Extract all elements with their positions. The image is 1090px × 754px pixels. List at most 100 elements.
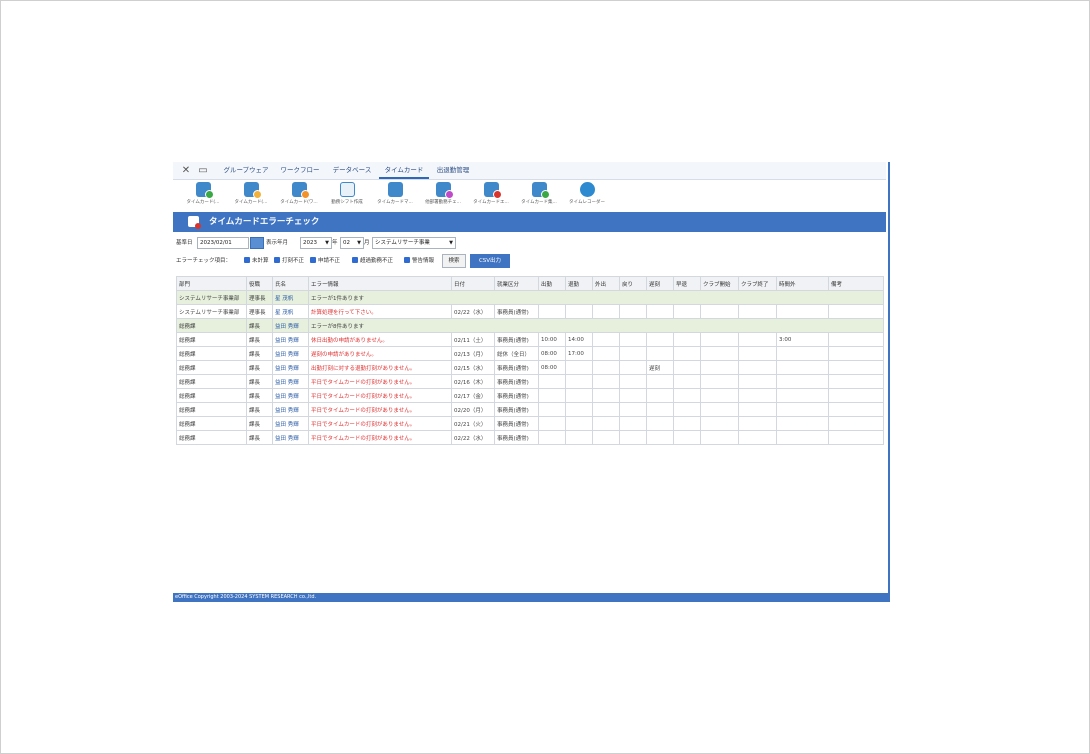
cell-back [619, 416, 647, 431]
col-early[interactable]: 早退 [673, 276, 701, 291]
cell-note [828, 346, 884, 361]
cell-late [646, 388, 674, 403]
col-work-type[interactable]: 就業区分 [494, 276, 539, 291]
cell-name[interactable]: 益田 秀輝 [272, 388, 309, 403]
cell-exit [592, 346, 620, 361]
window-icon[interactable]: ▭ [196, 162, 210, 179]
table-row[interactable]: 総務課 課長 益田 秀輝 平日でタイムカードの打刻がありません。 02/21（火） 事務員… [176, 416, 884, 431]
table-row[interactable]: 総務課 課長 益田 秀輝 休日出勤の申請がありません。 02/11（土） 事務員(通常) 1… [176, 332, 884, 347]
close-icon[interactable]: ✕ [179, 162, 193, 179]
cell-in [538, 388, 566, 403]
base-date-input[interactable]: 2023/02/01 [197, 237, 249, 249]
search-button[interactable]: 検索 [442, 254, 466, 268]
cell-name[interactable]: 益田 秀輝 [272, 416, 309, 431]
check-warning-info[interactable]: 警告情報 [404, 254, 434, 268]
col-note[interactable]: 備考 [828, 276, 884, 291]
tool-time-recorder[interactable]: タイムレコーダー [563, 182, 611, 205]
tool-timecard-error[interactable]: タイムカードエ... [467, 182, 515, 205]
tool-other-dept-check[interactable]: 他部署勤務チェ... [419, 182, 467, 205]
cell-exit [592, 388, 620, 403]
tab-database[interactable]: データベース [327, 162, 377, 179]
col-date[interactable]: 日付 [451, 276, 495, 291]
cell-name[interactable]: 益田 秀輝 [272, 430, 309, 445]
tool-label: タイムカードエ... [473, 200, 509, 205]
table-row[interactable]: システムリサーチ事業部 理事長星 茂帆 計算処理を行って下さい。 02/22（水） 事務… [176, 304, 884, 319]
cell-name[interactable]: 益田 秀輝 [272, 332, 309, 347]
col-out[interactable]: 退勤 [565, 276, 593, 291]
cell-late [646, 332, 674, 347]
cell-name[interactable]: 益田 秀輝 [272, 360, 309, 375]
cell-club-start [700, 304, 739, 319]
col-dept[interactable]: 部門 [176, 276, 247, 291]
cell-role: 課長 [246, 318, 273, 333]
csv-export-button[interactable]: CSV出力 [470, 254, 510, 268]
cell-early [673, 332, 701, 347]
cell-early [673, 360, 701, 375]
group-row[interactable]: 総務課 課長 益田 秀輝 エラーが8件あります [176, 318, 884, 333]
col-club-start[interactable]: クラブ開始 [700, 276, 739, 291]
tool-timecard-3[interactable]: タイムカード(ワ... [275, 182, 323, 205]
col-overtime[interactable]: 時間外 [776, 276, 829, 291]
cell-name[interactable]: 益田 秀輝 [272, 374, 309, 389]
cell-out: 14:00 [565, 332, 593, 347]
cell-name[interactable]: 星 茂帆 [272, 290, 309, 305]
tab-timecard[interactable]: タイムカード [379, 162, 429, 179]
col-club-end[interactable]: クラブ終了 [738, 276, 777, 291]
checkbox-icon [274, 256, 280, 263]
table-row[interactable]: 総務課 課長 益田 秀輝 平日でタイムカードの打刻がありません。 02/16（木） 事務員… [176, 374, 884, 389]
tool-shift[interactable]: 勤務シフト作成 [323, 182, 371, 205]
col-late[interactable]: 遅刻 [646, 276, 674, 291]
year-select[interactable]: 2023 ▼ [300, 237, 332, 249]
cell-name[interactable]: 星 茂帆 [272, 304, 309, 319]
cell-error: エラーが1件あります [308, 290, 884, 305]
tab-attendance[interactable]: 出退勤管理 [431, 162, 475, 179]
check-uncalculated[interactable]: 未計算 [244, 254, 269, 268]
cell-note [828, 402, 884, 417]
department-select[interactable]: システムリサーチ事業 ▼ [372, 237, 456, 249]
cell-date: 02/22（水） [451, 430, 495, 445]
cell-club-start [700, 402, 739, 417]
col-name[interactable]: 氏名 [272, 276, 309, 291]
cell-in: 08:00 [538, 360, 566, 375]
calendar-icon[interactable] [250, 237, 264, 249]
table-row[interactable]: 総務課 課長 益田 秀輝 平日でタイムカードの打刻がありません。 02/17（金） 事務員… [176, 388, 884, 403]
check-overtime-invalid[interactable]: 超過勤務不正 [352, 254, 393, 268]
col-exit[interactable]: 外出 [592, 276, 620, 291]
month-select[interactable]: 02 ▼ [340, 237, 364, 249]
tool-timecard-1[interactable]: タイムカード(... [179, 182, 227, 205]
table-row[interactable]: 総務課 課長 益田 秀輝 出勤打刻に対する退勤打刻がありません。 02/15（水） 事務員… [176, 360, 884, 375]
col-back[interactable]: 戻り [619, 276, 647, 291]
calendar-icon [339, 182, 355, 197]
check-request-invalid[interactable]: 申請不正 [310, 254, 340, 268]
check-stamp-invalid[interactable]: 打刻不正 [274, 254, 304, 268]
tab-workflow[interactable]: ワークフロー [275, 162, 325, 179]
table-row[interactable]: 総務課 課長 益田 秀輝 遅刻の申請がありません。 02/13（月） 総休（全日） 08:0… [176, 346, 884, 361]
cell-name[interactable]: 益田 秀輝 [272, 402, 309, 417]
cell-out [565, 388, 593, 403]
group-row[interactable]: システムリサーチ事業部 理事長星 茂帆 エラーが1件あります [176, 290, 884, 305]
col-error[interactable]: エラー情報 [308, 276, 452, 291]
cell-out [565, 416, 593, 431]
cell-name[interactable]: 益田 秀輝 [272, 318, 309, 333]
tab-groupware[interactable]: グループウェア [219, 162, 273, 179]
tool-timecard-master[interactable]: タイムカードマ... [371, 182, 419, 205]
col-in[interactable]: 出勤 [538, 276, 566, 291]
cell-role: 課長 [246, 416, 273, 431]
filter-row-dates: 基準日 2023/02/01 表示年月 2023 ▼ 年 02 ▼ 月 システムリサ… [176, 236, 886, 250]
table-row[interactable]: 総務課 課長 益田 秀輝 平日でタイムカードの打刻がありません。 02/20（月） 事務員… [176, 402, 884, 417]
cell-club-start [700, 374, 739, 389]
page-title: タイムカードエラーチェック [209, 217, 320, 227]
col-role[interactable]: 役職 [246, 276, 273, 291]
tool-timecard-summary[interactable]: タイムカード集... [515, 182, 563, 205]
cell-club-start [700, 332, 739, 347]
table-row[interactable]: 総務課 課長 益田 秀輝 平日でタイムカードの打刻がありません。 02/22（水） 事務員… [176, 430, 884, 445]
cell-early [673, 304, 701, 319]
cell-name[interactable]: 益田 秀輝 [272, 346, 309, 361]
cell-dept: 総務課 [176, 332, 247, 347]
tool-timecard-2[interactable]: タイムカード(... [227, 182, 275, 205]
cell-error: 平日でタイムカードの打刻がありません。 [308, 374, 452, 389]
cell-late: 遅刻 [646, 360, 674, 375]
timecard-icon [195, 182, 214, 199]
cell-club-start [700, 360, 739, 375]
cell-overtime [776, 430, 829, 445]
